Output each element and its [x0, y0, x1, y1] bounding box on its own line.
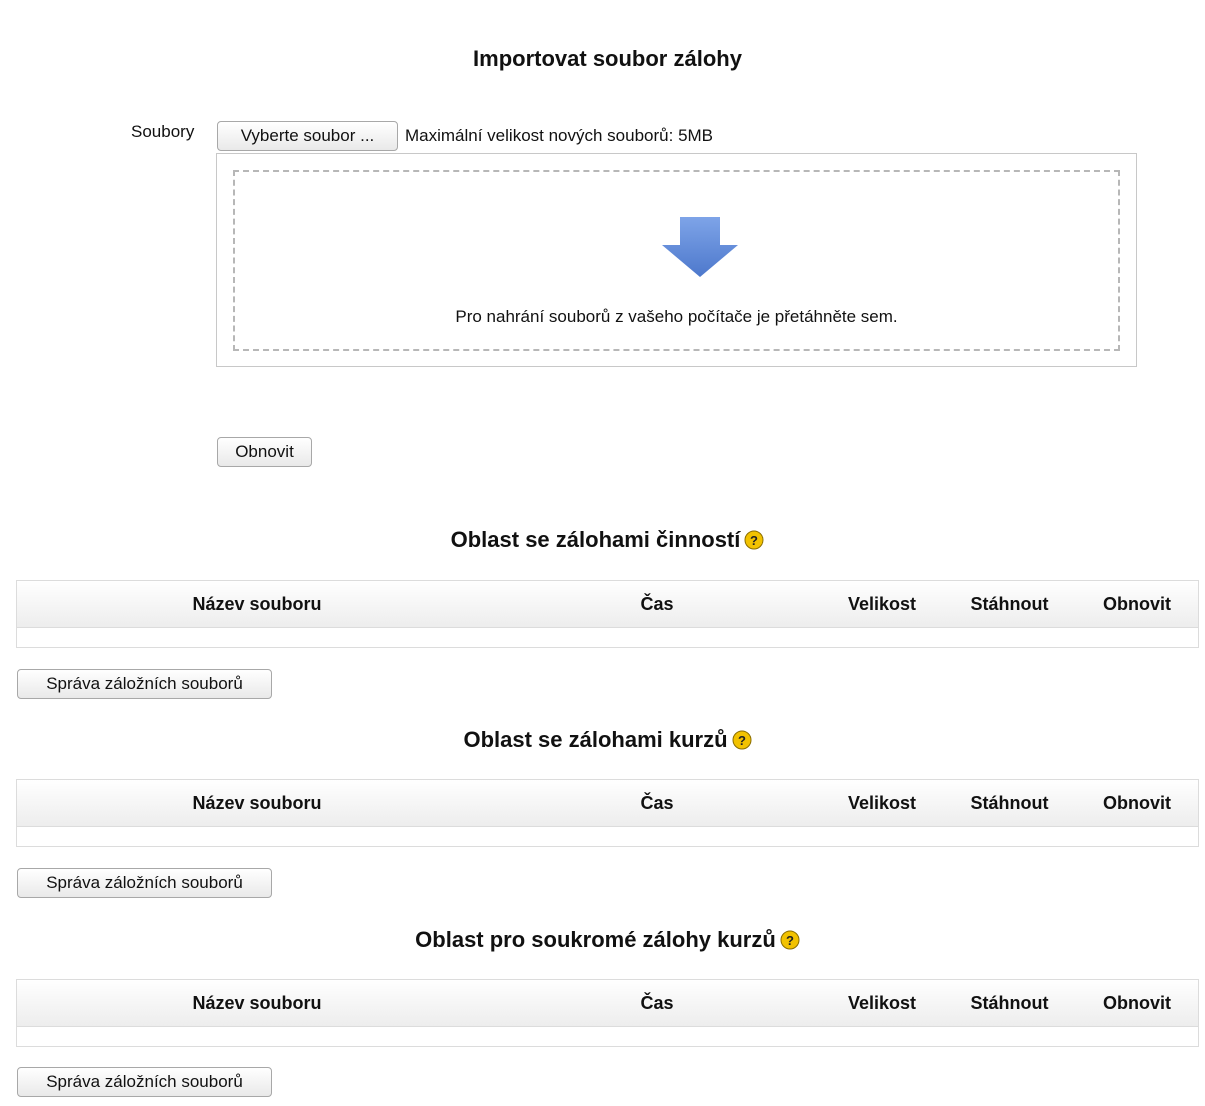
column-header-size: Velikost	[847, 993, 917, 1013]
column-header-restore: Obnovit	[1103, 993, 1171, 1013]
column-header-download: Stáhnout	[970, 793, 1049, 813]
course-backup-table: Název souboru Čas Velikost Stáhnout Obno…	[16, 779, 1199, 847]
choose-file-button[interactable]: Vyberte soubor ...	[217, 121, 398, 151]
restore-button[interactable]: Obnovit	[217, 437, 312, 467]
table-header-row: Název souboru Čas Velikost Stáhnout Obno…	[17, 980, 1198, 1027]
help-icon[interactable]: ?	[732, 730, 752, 750]
column-header-time: Čas	[640, 793, 674, 813]
column-header-size: Velikost	[847, 594, 917, 614]
column-header-download: Stáhnout	[970, 594, 1049, 614]
svg-text:?: ?	[750, 533, 758, 548]
course-backup-area-title: Oblast se zálohami kurzů?	[0, 727, 1205, 753]
manage-backup-files-button[interactable]: Správa záložních souborů	[17, 669, 272, 699]
help-icon[interactable]: ?	[780, 930, 800, 950]
activity-backup-area-title-text: Oblast se zálohami činností	[450, 527, 741, 552]
svg-text:?: ?	[738, 733, 746, 748]
column-header-filename: Název souboru	[192, 793, 322, 813]
import-title: Importovat soubor zálohy	[0, 46, 1205, 72]
svg-text:?: ?	[786, 933, 794, 948]
column-header-restore: Obnovit	[1103, 793, 1171, 813]
activity-backup-table: Název souboru Čas Velikost Stáhnout Obno…	[16, 580, 1199, 648]
table-header-row: Název souboru Čas Velikost Stáhnout Obno…	[17, 780, 1198, 827]
file-dropzone[interactable]: Pro nahrání souborů z vašeho počítače je…	[216, 153, 1137, 367]
help-icon[interactable]: ?	[744, 530, 764, 550]
column-header-time: Čas	[640, 993, 674, 1013]
table-header-row: Název souboru Čas Velikost Stáhnout Obno…	[17, 581, 1198, 628]
dropzone-instructions: Pro nahrání souborů z vašeho počítače je…	[455, 307, 898, 326]
column-header-filename: Název souboru	[192, 594, 322, 614]
course-backup-area-title-text: Oblast se zálohami kurzů	[463, 727, 728, 752]
private-course-backup-area-title: Oblast pro soukromé zálohy kurzů?	[0, 927, 1205, 953]
import-title-text: Importovat soubor zálohy	[473, 46, 742, 71]
private-course-backup-area-title-text: Oblast pro soukromé zálohy kurzů	[415, 927, 776, 952]
files-label: Soubory	[131, 122, 195, 141]
download-arrow-icon	[662, 217, 738, 277]
manage-backup-files-button[interactable]: Správa záložních souborů	[17, 1067, 272, 1097]
manage-backup-files-button[interactable]: Správa záložních souborů	[17, 868, 272, 898]
column-header-size: Velikost	[847, 793, 917, 813]
column-header-filename: Název souboru	[192, 993, 322, 1013]
private-course-backup-table: Název souboru Čas Velikost Stáhnout Obno…	[16, 979, 1199, 1047]
file-dropzone-dashed-area[interactable]: Pro nahrání souborů z vašeho počítače je…	[233, 170, 1120, 351]
max-file-size: Maximální velikost nových souborů: 5MB	[405, 126, 714, 145]
column-header-time: Čas	[640, 594, 674, 614]
activity-backup-area-title: Oblast se zálohami činností?	[0, 527, 1205, 553]
column-header-download: Stáhnout	[970, 993, 1049, 1013]
column-header-restore: Obnovit	[1103, 594, 1171, 614]
